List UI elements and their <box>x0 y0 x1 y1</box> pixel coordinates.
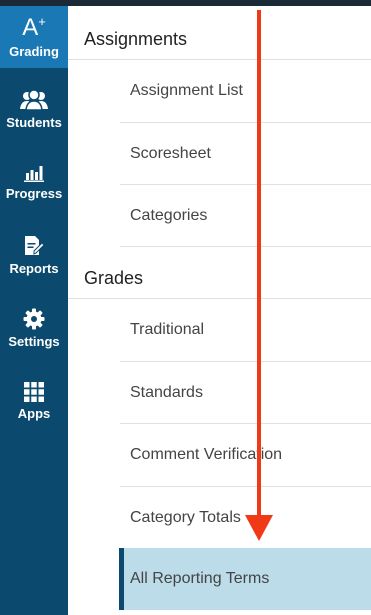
nav-progress[interactable]: Progress <box>0 151 68 213</box>
students-icon <box>20 88 48 111</box>
a-plus-icon: A+ <box>22 13 46 41</box>
nav-students-label: Students <box>6 114 62 130</box>
nav-apps-label: Apps <box>17 405 51 421</box>
report-edit-icon <box>25 235 44 255</box>
nav-grading[interactable]: A+ Grading <box>0 6 68 68</box>
menu-item-categories[interactable]: Categories <box>120 185 371 247</box>
nav-reports[interactable]: Reports <box>0 224 68 286</box>
nav-settings-label: Settings <box>8 333 60 349</box>
menu-item-all-reporting-terms[interactable]: All Reporting Terms <box>119 548 371 610</box>
grading-menu: Assignments Assignment List Scoresheet C… <box>68 6 371 615</box>
menu-item-assignment-list[interactable]: Assignment List <box>120 60 371 122</box>
gear-icon <box>23 308 45 329</box>
menu-item-traditional[interactable]: Traditional <box>120 299 371 361</box>
section-heading-assignments: Assignments <box>84 29 188 49</box>
nav-settings[interactable]: Settings <box>0 297 68 359</box>
nav-grading-label: Grading <box>9 43 59 59</box>
menu-item-category-totals[interactable]: Category Totals <box>120 487 371 549</box>
menu-item-scoresheet[interactable]: Scoresheet <box>120 123 371 185</box>
nav-students[interactable]: Students <box>0 78 68 140</box>
grid-icon <box>24 381 44 402</box>
menu-item-standards[interactable]: Standards <box>120 362 371 424</box>
side-nav: A+ Grading Students Progress Reports Set… <box>0 6 68 615</box>
menu-item-comment-verification[interactable]: Comment Verification <box>120 424 371 486</box>
nav-apps[interactable]: Apps <box>0 370 68 432</box>
nav-progress-label: Progress <box>5 185 63 201</box>
bar-chart-icon <box>24 165 44 182</box>
divider <box>120 246 371 247</box>
nav-reports-label: Reports <box>9 260 59 276</box>
section-heading-grades: Grades <box>84 268 144 288</box>
